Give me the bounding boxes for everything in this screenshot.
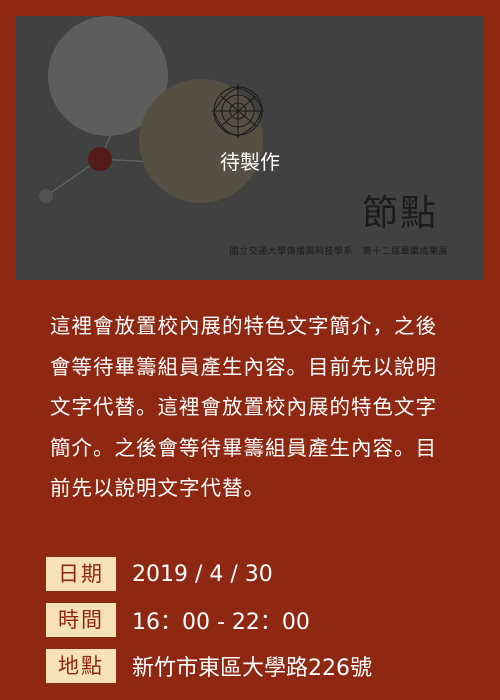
location-value: 新竹市東區大學路226號 xyxy=(132,656,372,681)
info-row-time: 時間 16：00 - 22：00 xyxy=(46,603,310,637)
banner-caption: 待製作 xyxy=(220,150,280,174)
event-description: 這裡會放置校內展的特色文字簡介，之後會等待畢籌組員產生內容。目前先以說明文字代替… xyxy=(50,314,437,500)
location-label: 地點 xyxy=(46,649,116,683)
time-value: 16：00 - 22：00 xyxy=(132,610,310,635)
info-row-date: 日期 2019 / 4 / 30 xyxy=(46,557,273,591)
time-label: 時間 xyxy=(46,603,116,637)
banner-title: 節點 xyxy=(361,193,438,234)
info-row-location: 地點 新竹市東區大學路226號 xyxy=(46,649,372,683)
date-label: 日期 xyxy=(46,557,116,591)
banner-image: 待製作 節點 國立交通大學傳播與科技學系 第十二屆畢業成果展 xyxy=(16,16,484,280)
banner-subtitle: 國立交通大學傳播與科技學系 第十二屆畢業成果展 xyxy=(229,247,448,257)
date-value: 2019 / 4 / 30 xyxy=(132,561,273,587)
